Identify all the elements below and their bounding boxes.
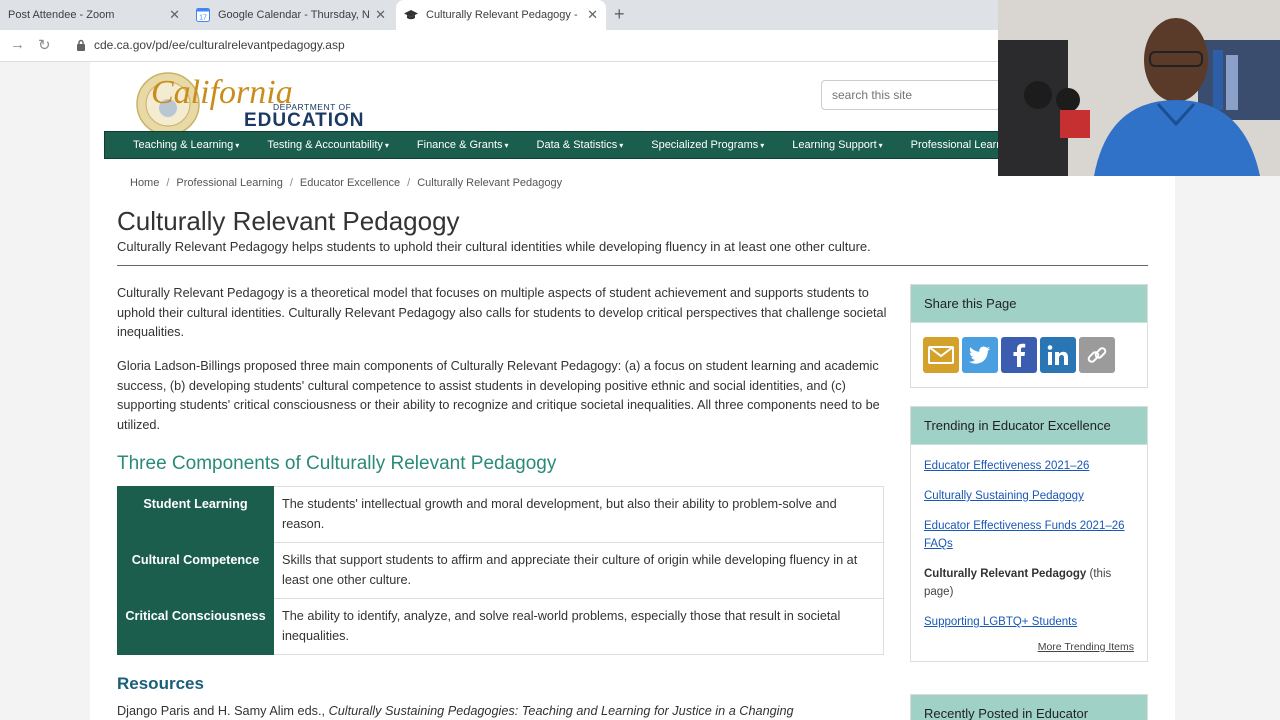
forward-icon[interactable]: → — [10, 36, 25, 53]
tab-title: Culturally Relevant Pedagogy - E — [426, 9, 582, 21]
trending-link[interactable]: Educator Effectiveness Funds 2021–26 FAQ… — [924, 517, 1134, 553]
breadcrumb-current: Culturally Relevant Pedagogy — [417, 177, 563, 189]
tab-title: Post Attendee - Zoom — [8, 9, 115, 21]
trending-panel-title: Trending in Educator Excellence — [911, 407, 1147, 445]
recent-panel-title: Recently Posted in Educator — [911, 695, 1147, 720]
caret-down-icon: ▾ — [235, 140, 240, 150]
caret-down-icon: ▾ — [384, 140, 389, 150]
close-icon[interactable]: ✕ — [169, 7, 180, 23]
table-row: Critical Consciousness The ability to id… — [117, 598, 884, 655]
svg-text:17: 17 — [199, 15, 207, 22]
nav-label: Learning Support — [792, 139, 877, 151]
current-page-name: Culturally Relevant Pedagogy — [924, 568, 1087, 580]
component-definition: The ability to identify, analyze, and so… — [273, 598, 884, 655]
more-trending-link[interactable]: More Trending Items — [924, 641, 1134, 653]
nav-specialized-programs[interactable]: Specialized Programs ▾ — [651, 139, 764, 151]
breadcrumb-separator: / — [289, 177, 293, 189]
trending-link[interactable]: Supporting LGBTQ+ Students — [924, 613, 1134, 631]
twitter-icon[interactable] — [962, 337, 998, 373]
tab-zoom[interactable]: Post Attendee - Zoom ✕ — [0, 0, 188, 30]
divider — [117, 265, 1148, 266]
share-icons — [911, 323, 1147, 387]
url-text: cde.ca.gov/pd/ee/culturalrelevantpedagog… — [94, 38, 345, 52]
tab-culturally-relevant-pedagogy[interactable]: Culturally Relevant Pedagogy - E ✕ — [396, 0, 606, 30]
breadcrumb-professional-learning[interactable]: Professional Learning — [176, 177, 282, 189]
nav-label: Finance & Grants — [416, 139, 503, 151]
facebook-icon[interactable] — [1001, 337, 1037, 373]
breadcrumb-separator: / — [407, 177, 411, 189]
component-term: Student Learning — [117, 486, 274, 543]
nav-data-statistics[interactable]: Data & Statistics ▾ — [537, 139, 624, 151]
breadcrumb: Home / Professional Learning / Educator Ex… — [130, 177, 562, 189]
page-title: Culturally Relevant Pedagogy — [117, 206, 460, 236]
trending-link[interactable]: Culturally Sustaining Pedagogy — [924, 487, 1134, 505]
nav-teaching-learning[interactable]: Teaching & Learning ▾ — [133, 139, 239, 151]
nav-label: Teaching & Learning — [133, 139, 234, 151]
nav-finance-grants[interactable]: Finance & Grants ▾ — [417, 139, 509, 151]
resources-heading: Resources — [117, 674, 204, 693]
trending-link[interactable]: Educator Effectiveness 2021–26 — [924, 457, 1134, 475]
table-row: Student Learning The students' intellect… — [117, 486, 884, 543]
component-term: Critical Consciousness — [117, 598, 274, 655]
nav-label: Specialized Programs — [651, 139, 759, 151]
address-bar: → ↻ cde.ca.gov/pd/ee/culturalrelevantped… — [0, 30, 1000, 62]
email-icon[interactable] — [923, 337, 959, 373]
caret-down-icon: ▾ — [504, 140, 509, 150]
calendar-icon: 17 — [196, 8, 210, 22]
nav-testing-accountability[interactable]: Testing & Accountability ▾ — [267, 139, 389, 151]
share-panel-title: Share this Page — [911, 285, 1147, 323]
logo-education: EDUCATION — [244, 110, 365, 131]
breadcrumb-educator-excellence[interactable]: Educator Excellence — [300, 177, 400, 189]
components-table: Student Learning The students' intellect… — [117, 486, 884, 655]
cde-logo[interactable]: California DEPARTMENT OF EDUCATION — [118, 70, 378, 136]
table-row: Cultural Competence Skills that support … — [117, 542, 884, 599]
trending-current-page: Culturally Relevant Pedagogy (this page) — [924, 565, 1134, 601]
nav-label: Testing & Accountability — [267, 139, 383, 151]
reference-title: Culturally Sustaining Pedagogies: Teachi… — [328, 704, 794, 718]
component-definition: The students' intellectual growth and mo… — [273, 486, 884, 543]
close-icon[interactable]: ✕ — [375, 7, 386, 23]
resource-reference: Django Paris and H. Samy Alim eds., Cult… — [117, 704, 794, 718]
new-tab-button[interactable]: + — [614, 4, 625, 25]
search-input[interactable] — [821, 80, 1001, 110]
tab-title: Google Calendar - Thursday, No — [218, 9, 370, 21]
share-panel: Share this Page — [910, 284, 1148, 388]
webcam-video — [998, 0, 1280, 176]
caret-down-icon: ▾ — [619, 140, 624, 150]
component-definition: Skills that support students to affirm a… — [273, 542, 884, 599]
component-term: Cultural Competence — [117, 542, 274, 599]
graduation-cap-icon — [404, 8, 418, 22]
breadcrumb-separator: / — [166, 177, 170, 189]
section-heading: Three Components of Culturally Relevant … — [117, 453, 557, 474]
linkedin-icon[interactable] — [1040, 337, 1076, 373]
caret-down-icon: ▾ — [760, 140, 765, 150]
lock-icon — [77, 39, 85, 51]
url-field[interactable]: cde.ca.gov/pd/ee/culturalrelevantpedagog… — [76, 38, 345, 52]
nav-label: Data & Statistics — [536, 139, 618, 151]
tab-google-calendar[interactable]: 17 Google Calendar - Thursday, No ✕ — [188, 0, 394, 30]
recent-panel: Recently Posted in Educator — [910, 694, 1148, 720]
caret-down-icon: ▾ — [878, 140, 883, 150]
logo-title: California — [151, 74, 293, 111]
trending-panel: Trending in Educator Excellence Educator… — [910, 406, 1148, 662]
intro-paragraph: Culturally Relevant Pedagogy is a theore… — [117, 286, 887, 339]
browser-tab-bar: Post Attendee - Zoom ✕ 17 Google Calenda… — [0, 0, 1000, 30]
components-paragraph: Gloria Ladson-Billings proposed three ma… — [117, 359, 880, 432]
trending-list: Educator Effectiveness 2021–26 Culturall… — [911, 445, 1147, 661]
link-icon[interactable] — [1079, 337, 1115, 373]
reference-authors: Django Paris and H. Samy Alim eds., — [117, 704, 329, 718]
close-icon[interactable]: ✕ — [587, 7, 598, 23]
nav-learning-support[interactable]: Learning Support ▾ — [792, 139, 882, 151]
reload-icon[interactable]: ↻ — [38, 36, 51, 54]
page-subtitle: Culturally Relevant Pedagogy helps stude… — [117, 239, 871, 254]
breadcrumb-home[interactable]: Home — [130, 177, 159, 189]
